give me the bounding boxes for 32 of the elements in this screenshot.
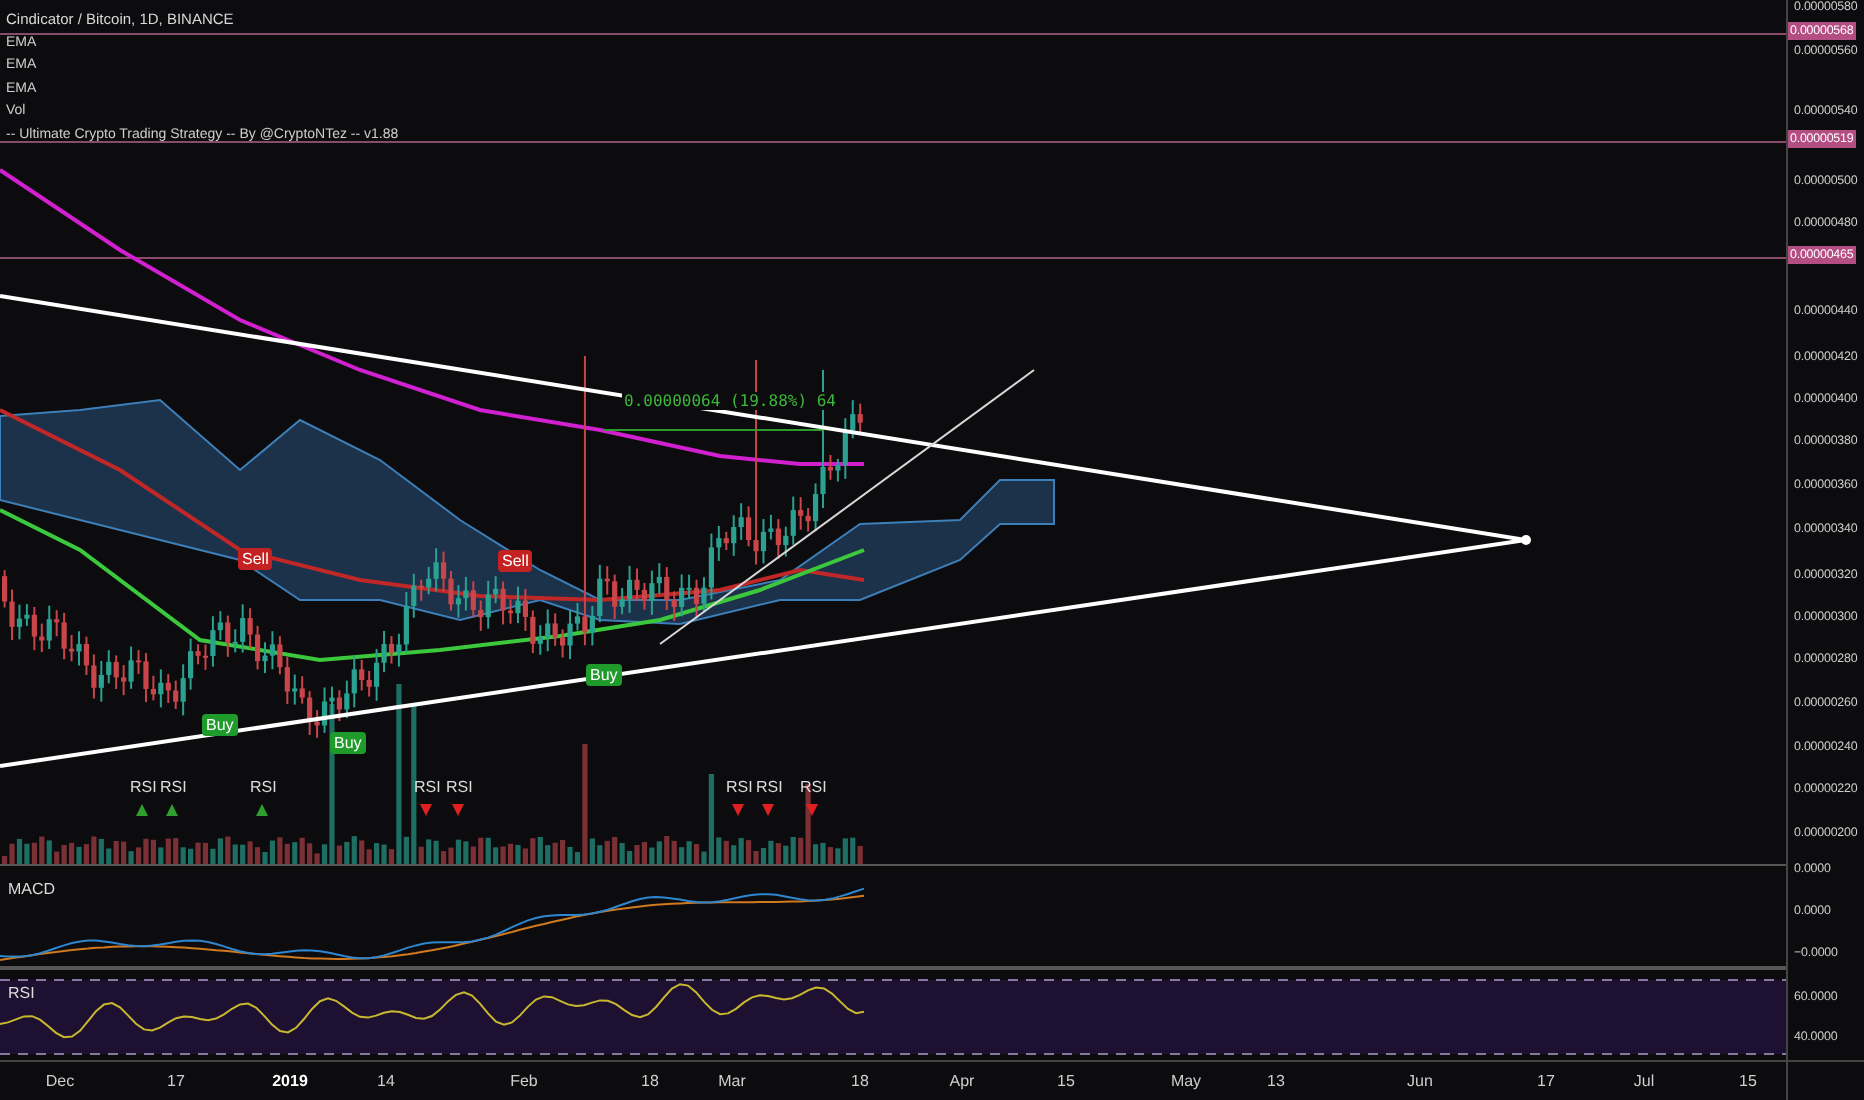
time-axis-label: Apr	[947, 1072, 977, 1090]
time-axis-label: 15	[1737, 1072, 1759, 1090]
pane-label: MACD	[8, 880, 56, 898]
rsi-signal-label: RSI	[160, 778, 187, 796]
time-axis-label: Dec	[43, 1072, 77, 1090]
time-axis-label: 15	[1055, 1072, 1077, 1090]
time-axis-label: Jul	[1631, 1072, 1657, 1090]
rsi-signal-label: RSI	[800, 778, 827, 796]
rsi-signal-label: RSI	[756, 778, 783, 796]
time-axis-label: Jun	[1405, 1072, 1435, 1090]
time-axis-label: 17	[165, 1072, 187, 1090]
time-axis-label: May	[1168, 1072, 1204, 1090]
time-axis-label: 18	[639, 1072, 661, 1090]
time-axis-label: Feb	[508, 1072, 540, 1090]
rsi-signal-label: RSI	[726, 778, 753, 796]
measurement-label: 0.00000064 (19.88%) 64	[622, 392, 838, 410]
sell-signal-label: Sell	[238, 548, 273, 570]
time-axis-label: 14	[375, 1072, 397, 1090]
time-axis-label: 17	[1535, 1072, 1557, 1090]
rsi-signal-label: RSI	[446, 778, 473, 796]
sell-signal-label: Sell	[498, 550, 533, 572]
time-axis-label: 2019	[270, 1072, 310, 1090]
buy-signal-label: Buy	[330, 732, 366, 754]
time-axis-label: Mar	[716, 1072, 748, 1090]
time-axis-label: 13	[1265, 1072, 1287, 1090]
pane-label: RSI	[8, 984, 35, 1002]
time-axis-label: 18	[849, 1072, 871, 1090]
rsi-signal-label: RSI	[250, 778, 277, 796]
rsi-signal-label: RSI	[414, 778, 441, 796]
buy-signal-label: Buy	[586, 664, 622, 686]
buy-signal-label: Buy	[202, 714, 238, 736]
rsi-signal-label: RSI	[130, 778, 157, 796]
